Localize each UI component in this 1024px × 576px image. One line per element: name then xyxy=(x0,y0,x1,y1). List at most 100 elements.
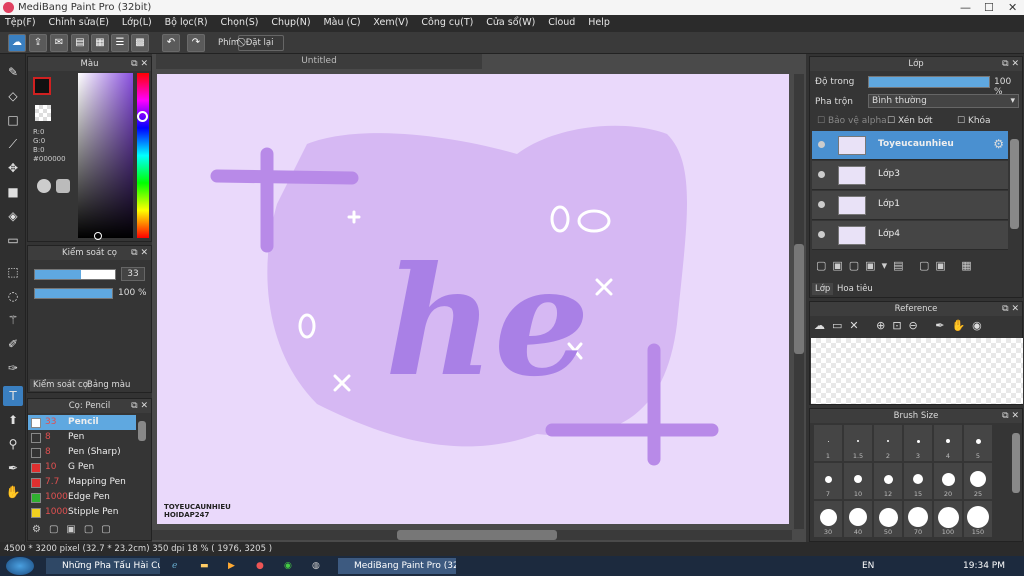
select-tool-icon[interactable]: ⬚ xyxy=(3,262,23,282)
lasso-tool-icon[interactable]: ◌ xyxy=(3,286,23,306)
brush-size-option[interactable]: 10 xyxy=(844,463,872,499)
dropper-tool-icon[interactable]: ⚲ xyxy=(3,434,23,454)
menu-cloud[interactable]: Cloud xyxy=(543,15,580,30)
reference-view[interactable] xyxy=(811,338,1023,404)
rect-tool-icon[interactable]: □ xyxy=(3,110,23,130)
undo-icon[interactable]: ↶ xyxy=(162,34,180,52)
menu-snap[interactable]: Chụp(N) xyxy=(266,15,315,30)
brush-list-actions[interactable]: ⚙▢▣▢▢ xyxy=(32,524,119,535)
brush-size-option[interactable]: 50 xyxy=(874,501,902,537)
brush-list-item[interactable]: 1000 Stipple Pen xyxy=(28,505,136,520)
brush-size-option[interactable]: 3 xyxy=(904,425,932,461)
brush-size-option[interactable]: 5 xyxy=(964,425,992,461)
text-tool-icon[interactable]: T xyxy=(3,386,23,406)
hand-tool-icon[interactable]: ✋ xyxy=(3,482,23,502)
reference-toolbar[interactable]: ☁▭✕ ⊕⊡⊖ ✒✋◉ xyxy=(814,319,989,332)
language-indicator[interactable]: EN xyxy=(862,558,874,574)
brush-size-option[interactable]: 1 xyxy=(814,425,842,461)
layer-scrollbar[interactable] xyxy=(1010,139,1019,229)
maximize-button[interactable]: ☐ xyxy=(984,1,994,14)
visibility-icon[interactable] xyxy=(818,231,825,238)
cloud-icon[interactable]: ☁ xyxy=(8,34,26,52)
primary-color-swatch[interactable] xyxy=(33,77,51,95)
panel-close-icon[interactable]: ⧉ ✕ xyxy=(1002,57,1019,71)
brush-size-option[interactable]: 1.5 xyxy=(844,425,872,461)
app-icon-gray[interactable]: ◍ xyxy=(312,558,320,574)
brush-list-item[interactable]: 33 Pencil xyxy=(28,415,136,430)
menu-layer[interactable]: Lớp(L) xyxy=(117,15,157,30)
tab-navigator[interactable]: Hoa tiêu xyxy=(834,283,876,295)
brush-size-option[interactable]: 100 xyxy=(934,501,962,537)
panel-close-icon[interactable]: ⧉ ✕ xyxy=(1002,409,1019,423)
menu-select[interactable]: Chọn(S) xyxy=(216,15,264,30)
brush-size-option[interactable]: 4 xyxy=(934,425,962,461)
bucket-tool-icon[interactable]: ◈ xyxy=(3,206,23,226)
menu-edit[interactable]: Chỉnh sửa(E) xyxy=(43,15,114,30)
brush-list-item[interactable]: 8 Pen xyxy=(28,430,136,445)
panel-close-icon[interactable]: ⧉ ✕ xyxy=(131,57,148,71)
grid-icon[interactable]: ▩ xyxy=(131,34,149,52)
menu-color[interactable]: Màu (C) xyxy=(318,15,365,30)
panel-close-icon[interactable]: ⧉ ✕ xyxy=(1002,302,1019,316)
secondary-color-swatch[interactable] xyxy=(35,105,51,121)
reset-button[interactable]: ⃠ Đặt lại xyxy=(238,35,284,51)
brush-size-value[interactable]: 33 xyxy=(121,267,145,281)
brush-size-scrollbar[interactable] xyxy=(1012,433,1020,493)
brush-size-option[interactable]: 12 xyxy=(874,463,902,499)
canvas-tab[interactable]: Untitled xyxy=(156,54,482,69)
menu-tools[interactable]: Công cụ(T) xyxy=(416,15,478,30)
vertical-scrollbar[interactable] xyxy=(794,74,804,529)
minimize-button[interactable]: — xyxy=(960,1,971,14)
color-cursor[interactable] xyxy=(94,232,102,240)
brush-size-option[interactable]: 40 xyxy=(844,501,872,537)
panel-close-icon[interactable]: ⧉ ✕ xyxy=(131,399,148,413)
menu-filter[interactable]: Bộ lọc(R) xyxy=(160,15,213,30)
horizontal-scrollbar[interactable] xyxy=(152,530,792,540)
menu-view[interactable]: Xem(V) xyxy=(368,15,413,30)
select-eraser-icon[interactable]: ✑ xyxy=(3,358,23,378)
horizontal-scroll-thumb[interactable] xyxy=(397,530,557,540)
move-tool-icon[interactable]: ✥ xyxy=(3,158,23,178)
app-icon-red[interactable]: ● xyxy=(256,558,264,574)
tab-brush-control[interactable]: Kiểm soát cọ xyxy=(30,379,91,391)
clock[interactable]: 19:34 PM xyxy=(963,558,1005,574)
brush-opacity-slider[interactable] xyxy=(34,288,113,299)
tab-layer[interactable]: Lớp xyxy=(812,283,834,295)
brush-list-item[interactable]: 8 Pen (Sharp) xyxy=(28,445,136,460)
brush-list-item[interactable]: 7.7 Mapping Pen xyxy=(28,475,136,490)
menu-window[interactable]: Cửa sổ(W) xyxy=(481,15,540,30)
close-button[interactable]: ✕ xyxy=(1008,1,1017,14)
folder-icon[interactable]: ▬ xyxy=(200,558,209,574)
redo-icon[interactable]: ↷ xyxy=(187,34,205,52)
start-button[interactable] xyxy=(6,557,34,575)
media-icon[interactable]: ▶ xyxy=(228,558,235,574)
color-picker-icon[interactable] xyxy=(56,179,70,193)
operation-tool-icon[interactable]: ⬆ xyxy=(3,410,23,430)
taskbar-item-medibang[interactable]: MediBang Paint Pro (32... xyxy=(338,558,456,574)
brush-tool-icon[interactable]: ✎ xyxy=(3,62,23,82)
brush-list-scrollbar[interactable] xyxy=(138,421,146,441)
ie-icon[interactable]: ℯ xyxy=(172,558,177,574)
brush-size-slider[interactable] xyxy=(34,269,116,280)
lock-checkbox[interactable]: ☐ Khóa xyxy=(957,116,991,126)
panel-close-icon[interactable]: ⧉ ✕ xyxy=(131,246,148,260)
brush-list-item[interactable]: 1000 Edge Pen xyxy=(28,490,136,505)
hue-slider[interactable] xyxy=(137,73,149,238)
line-tool-icon[interactable]: ⟋ xyxy=(3,134,23,154)
fill-rect-icon[interactable]: ■ xyxy=(3,182,23,202)
taskbar-item-browser[interactable]: Những Pha Tấu Hài Cư... xyxy=(46,558,160,574)
layer-row[interactable]: Lớp1 xyxy=(812,191,1008,220)
vertical-scroll-thumb[interactable] xyxy=(794,244,804,354)
brush-size-option[interactable]: 7 xyxy=(814,463,842,499)
color-saturation-field[interactable] xyxy=(78,73,133,238)
artwork-canvas[interactable]: he TOYEUCAUNHIEU HOIDAP247 xyxy=(157,74,789,524)
brush-size-option[interactable]: 70 xyxy=(904,501,932,537)
chrome-icon[interactable]: ◉ xyxy=(284,558,292,574)
comment-icon[interactable]: ✉ xyxy=(50,34,68,52)
select-pen-icon[interactable]: ✐ xyxy=(3,334,23,354)
blend-select[interactable]: Bình thường ▾ xyxy=(868,94,1019,108)
gear-icon[interactable]: ⚙ xyxy=(993,137,1004,151)
menu-help[interactable]: Help xyxy=(583,15,615,30)
share-icon[interactable]: ⇪ xyxy=(29,34,47,52)
layer-row[interactable]: Lớp4 xyxy=(812,221,1008,250)
